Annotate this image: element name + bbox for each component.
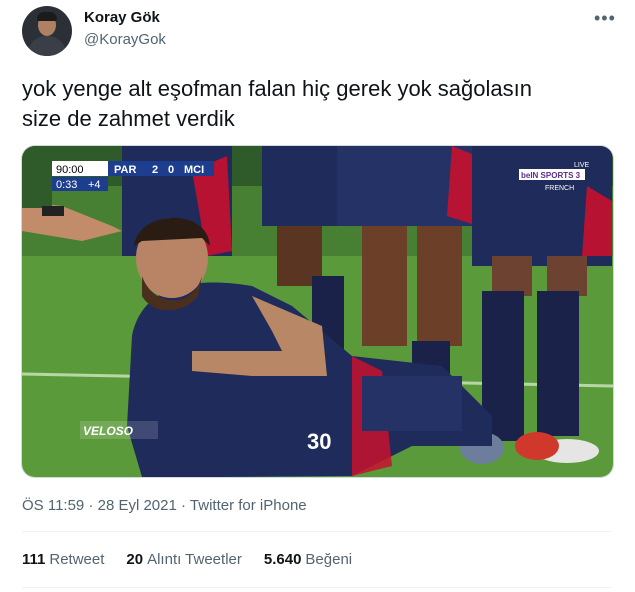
- tweet-text: yok yenge alt eşofman falan hiç gerek yo…: [22, 74, 612, 134]
- home-score: 2: [152, 164, 158, 176]
- meta-separator: ·: [88, 497, 98, 514]
- retweets-label: Retweet: [49, 551, 105, 568]
- likes-label: Beğeni: [305, 551, 353, 568]
- author-name[interactable]: Koray Gök: [84, 9, 160, 26]
- retweets-stat[interactable]: 111 Retweet: [22, 551, 104, 568]
- likes-stat[interactable]: 5.640 Beğeni: [264, 551, 352, 568]
- added-time-clock: 0:33: [56, 179, 77, 191]
- tweet-source[interactable]: Twitter for iPhone: [190, 497, 307, 514]
- tweet-date[interactable]: 28 Eyl 2021: [98, 497, 177, 514]
- quotes-count: 20: [126, 551, 144, 568]
- tweet-meta: ÖS 11:59 · 28 Eyl 2021 · Twitter for iPh…: [22, 497, 307, 514]
- live-label: LIVE: [574, 162, 590, 169]
- tweet-card: Koray Gök @KorayGok ••• yok yenge alt eş…: [0, 0, 635, 592]
- tweet-stats: 111 Retweet 20 Alıntı Tweetler 5.640 Beğeni: [22, 551, 352, 568]
- added-time-plus: +4: [88, 179, 101, 191]
- avatar[interactable]: [22, 6, 72, 56]
- home-team: PAR: [114, 164, 136, 176]
- broadcaster-language: FRENCH: [545, 185, 574, 192]
- watermark-text: VELOSO: [83, 424, 134, 438]
- tweet-text-line-2: size de zahmet verdik: [22, 106, 235, 131]
- watermark: VELOSO: [80, 421, 158, 439]
- more-options-icon[interactable]: •••: [594, 8, 616, 29]
- retweets-count: 111: [22, 551, 46, 568]
- away-team: MCI: [184, 164, 204, 176]
- tweet-time[interactable]: ÖS 11:59: [22, 497, 84, 514]
- tweet-media-photo[interactable]: 30 90:00 PAR 2 0 MCI 0:33 +4 LIVE beIN S…: [21, 145, 614, 478]
- author-handle[interactable]: @KorayGok: [84, 31, 166, 48]
- jersey-number: 30: [307, 429, 331, 454]
- divider: [22, 587, 612, 588]
- tweet-text-line-1: yok yenge alt eşofman falan hiç gerek yo…: [22, 76, 532, 101]
- quotes-label: Alıntı Tweetler: [147, 551, 242, 568]
- meta-separator: ·: [181, 497, 190, 514]
- divider: [22, 531, 612, 532]
- quotes-stat[interactable]: 20 Alıntı Tweetler: [126, 551, 241, 568]
- match-clock: 90:00: [56, 164, 84, 176]
- broadcaster-name: beIN SPORTS 3: [521, 171, 581, 180]
- likes-count: 5.640: [263, 551, 302, 568]
- away-score: 0: [168, 164, 174, 176]
